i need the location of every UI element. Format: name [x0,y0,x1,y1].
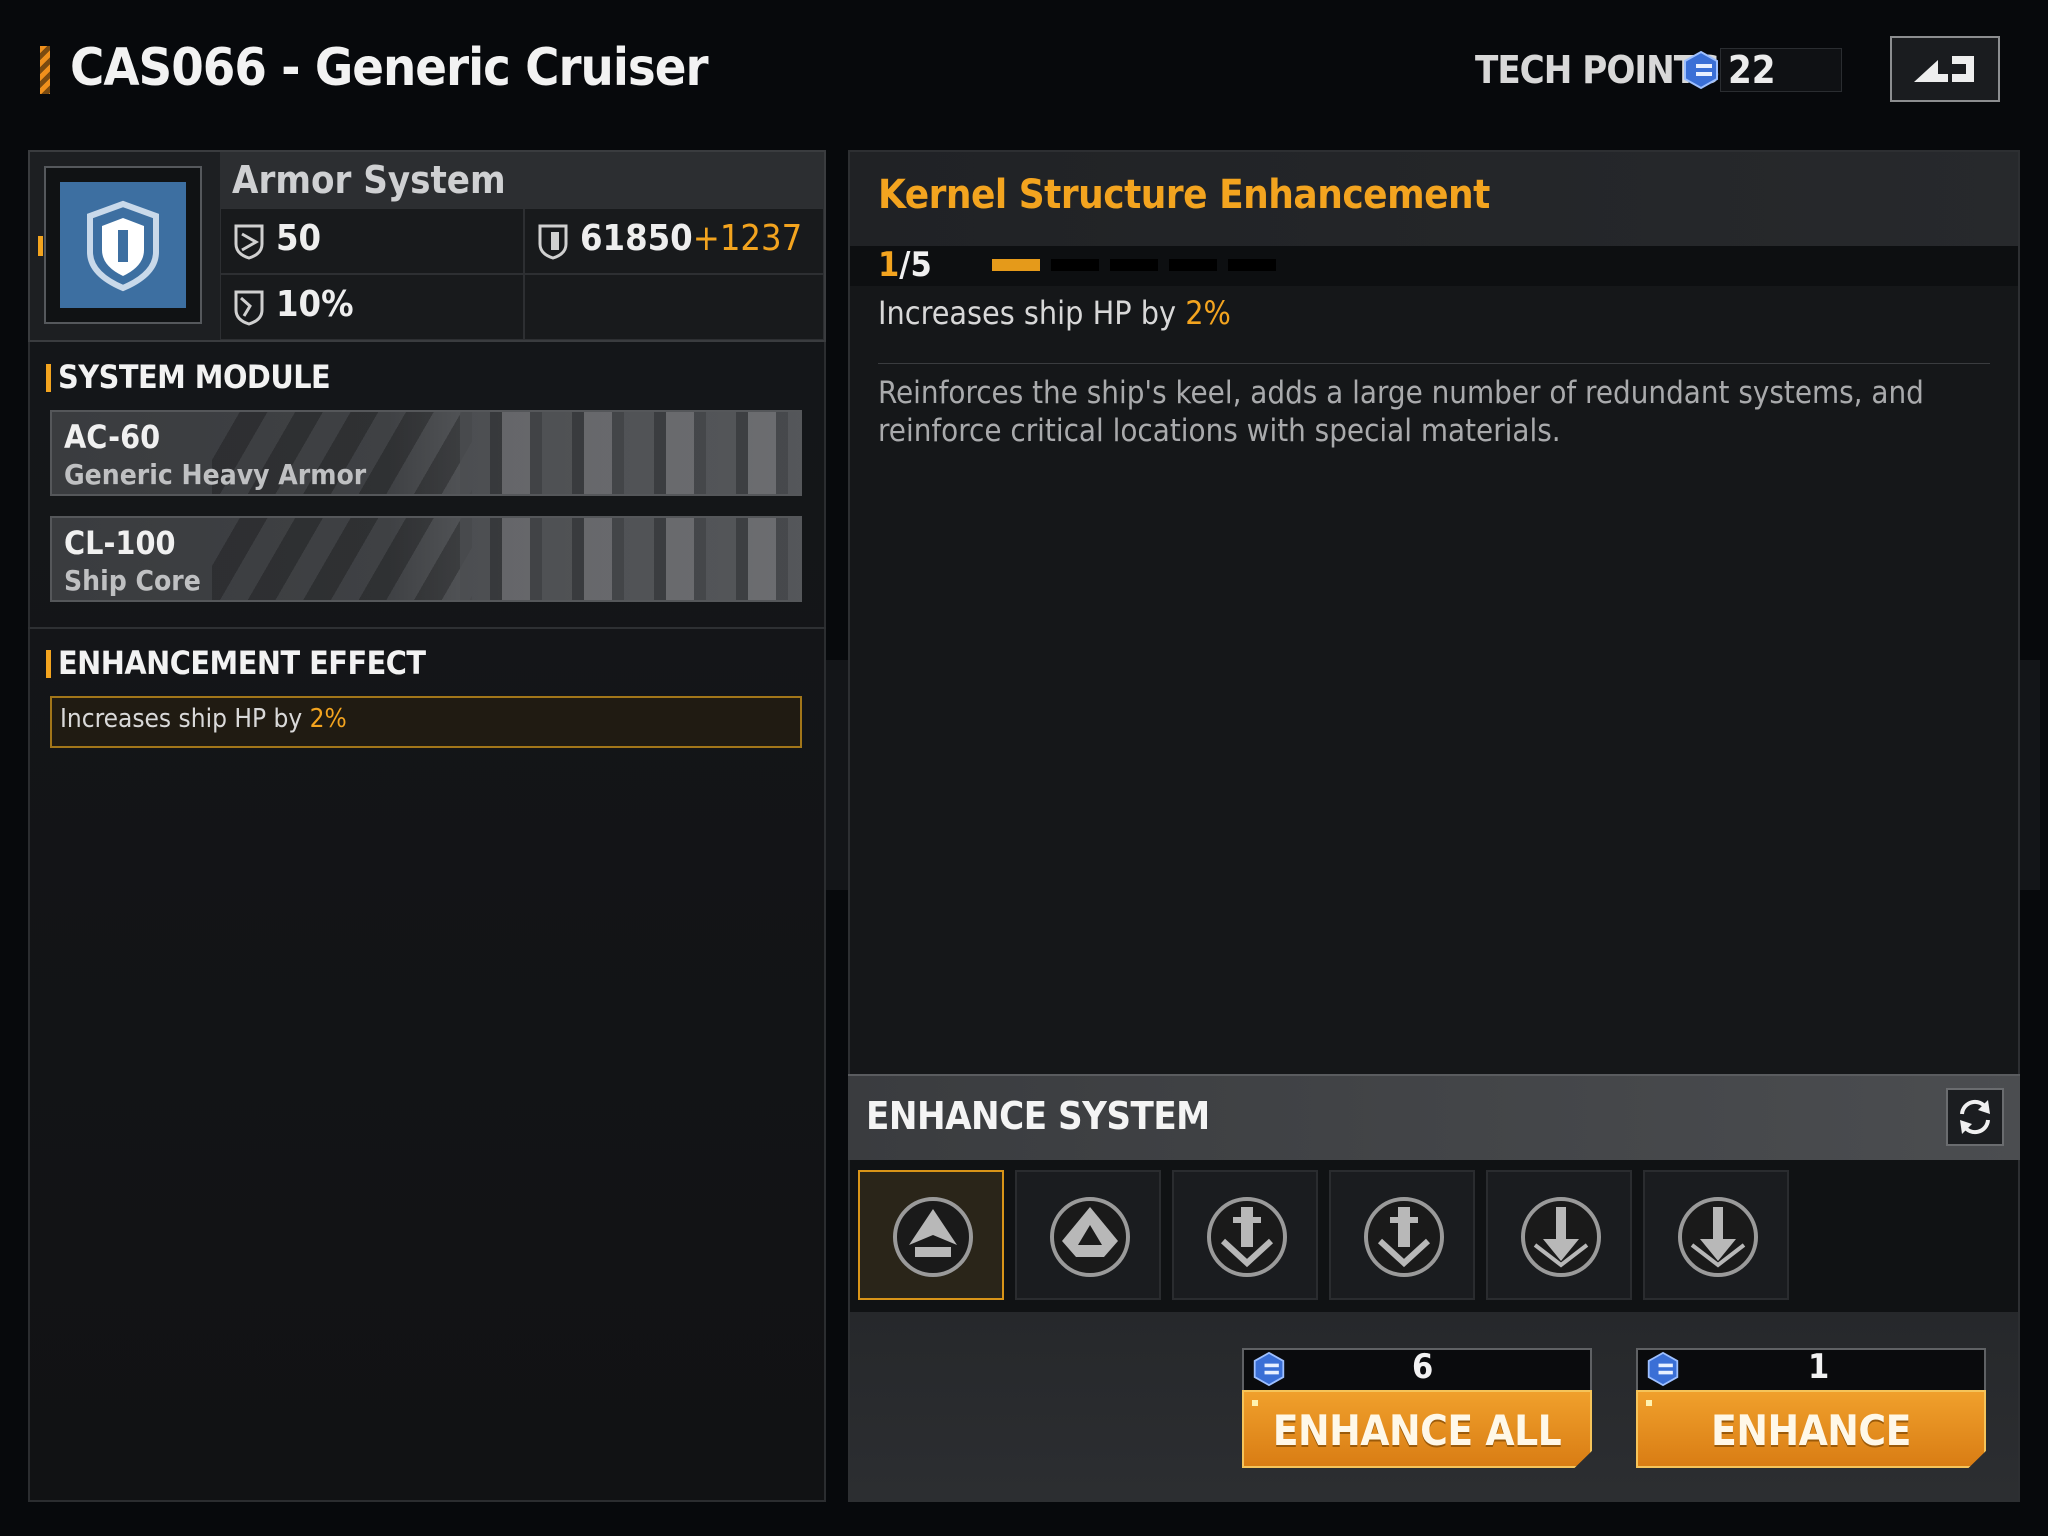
detail-divider [878,363,1990,364]
return-arrow-icon [1914,56,1974,82]
effect-text-prefix: Increases ship HP by [60,704,310,734]
detail-effect-text: Increases ship HP by 2% [878,294,1231,332]
refresh-button[interactable] [1946,1088,2004,1146]
kernel-icon [893,1197,973,1277]
enhance-button[interactable]: ENHANCE [1636,1390,1986,1468]
anchor-icon [1364,1197,1444,1277]
arrow-down-icon [1678,1197,1758,1277]
enhancement-effect-title: ENHANCEMENT EFFECT [58,644,426,682]
arrow-down-icon [1521,1197,1601,1277]
level-indicator: 1/5 [878,245,932,285]
enhance-all-label: ENHANCE ALL [1272,1406,1562,1455]
tech-points-value: 22 [1728,48,1776,92]
level-segment [1051,259,1099,271]
enhance-cost: 1 [1808,1347,1830,1387]
hp-shield-icon [538,224,568,260]
armor-stat-icon [234,224,264,260]
level-segment [1110,259,1158,271]
enhance-label: ENHANCE [1711,1406,1911,1455]
enhancement-effect-text: Increases ship HP by 2% [60,704,347,734]
module-name: Ship Core [64,564,201,597]
enhance-tile-4[interactable] [1329,1170,1475,1300]
detail-effect-prefix: Increases ship HP by [878,294,1186,332]
anchor-icon [1207,1197,1287,1277]
back-button[interactable] [1890,36,2000,102]
tech-point-icon [1684,50,1718,90]
enhance-system-title: ENHANCE SYSTEM [866,1094,1210,1138]
enhance-tile-3[interactable] [1172,1170,1318,1300]
level-max: /5 [899,245,932,285]
stat-cell-4 [524,274,824,340]
hp-bonus-value: +1237 [692,218,803,259]
tech-point-icon [1647,1351,1679,1387]
enhance-tile-2[interactable] [1015,1170,1161,1300]
enhance-all-cost: 6 [1412,1347,1434,1387]
tech-point-icon [1253,1351,1285,1387]
detail-effect-value: 2% [1185,294,1231,332]
hp-base-value: 61850 [580,218,693,259]
module-code: CL-100 [64,524,176,562]
armor-stat-value: 50 [276,218,322,259]
page-title: CAS066 - Generic Cruiser [70,38,709,98]
title-accent-bar [40,46,50,94]
enhance-all-button[interactable]: ENHANCE ALL [1242,1390,1592,1468]
level-segment [992,259,1040,271]
hp-stat: 61850+1237 [580,218,802,259]
section-marker [46,364,51,392]
armor-percent-icon [234,290,264,326]
left-panel [28,150,826,1502]
enhance-tile-5[interactable] [1486,1170,1632,1300]
effect-text-value: 2% [309,704,347,734]
section-marker [46,650,51,678]
module-code: AC-60 [64,418,161,456]
level-current: 1 [878,245,900,285]
module-card-ac60[interactable]: AC-60 Generic Heavy Armor [50,410,802,496]
level-segment [1169,259,1217,271]
armor-system-icon [60,182,186,308]
level-segment [1228,259,1276,271]
module-card-cl100[interactable]: CL-100 Ship Core [50,516,802,602]
hull-icon [1050,1197,1130,1277]
enhancement-title: Kernel Structure Enhancement [878,172,1490,218]
module-name: Generic Heavy Armor [64,458,367,491]
section-divider [28,627,826,629]
selected-marker [38,236,43,256]
enhance-tile-1[interactable] [858,1170,1004,1300]
enhancement-description: Reinforces the ship's keel, adds a large… [878,375,1924,449]
enhance-tile-6[interactable] [1643,1170,1789,1300]
system-module-title: SYSTEM MODULE [58,358,331,396]
system-name: Armor System [232,158,506,202]
armor-percent-value: 10% [276,284,354,325]
refresh-icon [1960,1099,1990,1135]
